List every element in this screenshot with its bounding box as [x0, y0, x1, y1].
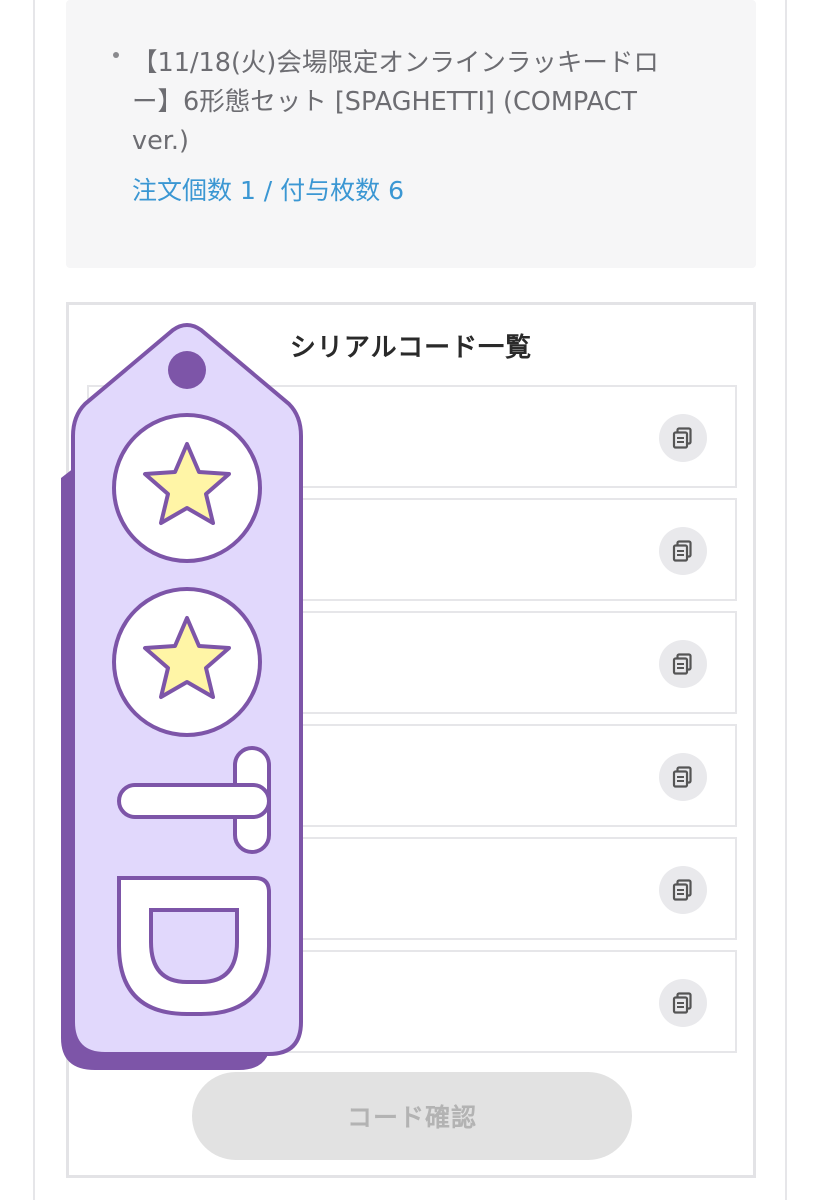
- keychain-sticker: [61, 323, 303, 1070]
- copy-icon: [672, 427, 692, 449]
- order-item-card: 【11/18(火)会場限定オンラインラッキードロー】6形態セット [SPAGHE…: [66, 0, 756, 268]
- copy-button[interactable]: [659, 979, 707, 1027]
- sticker-letter-d: [117, 876, 271, 1016]
- copy-icon: [672, 992, 692, 1014]
- order-item-title: 【11/18(火)会場限定オンラインラッキードロー】6形態セット [SPAGHE…: [132, 48, 659, 156]
- copy-icon: [672, 540, 692, 562]
- copy-button[interactable]: [659, 414, 707, 462]
- copy-icon: [672, 879, 692, 901]
- star-icon: [112, 413, 262, 563]
- star-icon: [112, 587, 262, 737]
- copy-button[interactable]: [659, 753, 707, 801]
- order-quantity: 注文個数 1 / 付与枚数 6: [132, 176, 405, 205]
- list-bullet: [113, 52, 119, 58]
- confirm-code-button[interactable]: コード確認: [192, 1072, 632, 1160]
- copy-button[interactable]: [659, 527, 707, 575]
- copy-button[interactable]: [659, 866, 707, 914]
- copy-icon: [672, 766, 692, 788]
- copy-icon: [672, 653, 692, 675]
- copy-button[interactable]: [659, 640, 707, 688]
